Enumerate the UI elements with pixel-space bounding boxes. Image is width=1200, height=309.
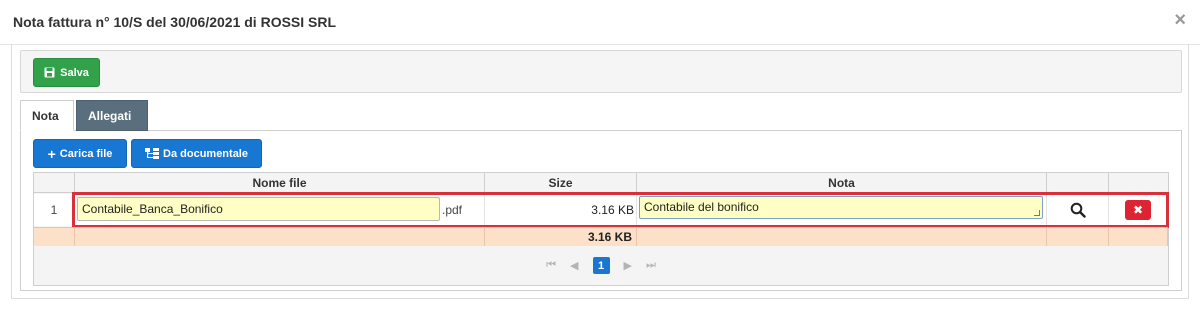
header-rownum bbox=[34, 173, 75, 192]
close-icon[interactable]: × bbox=[1174, 10, 1186, 30]
note-textarea[interactable]: Contabile del bonifico bbox=[639, 196, 1043, 219]
modal-dialog: Nota fattura n° 10/S del 30/06/2021 di R… bbox=[0, 0, 1200, 309]
prev-page-icon[interactable]: ◀ bbox=[570, 259, 578, 272]
from-documents-button[interactable]: Da documentale bbox=[131, 139, 262, 168]
sitemap-icon bbox=[145, 148, 160, 159]
last-page-icon[interactable]: ⏭ bbox=[646, 259, 656, 272]
row-number: 1 bbox=[34, 194, 75, 226]
search-icon[interactable] bbox=[1070, 202, 1086, 218]
upload-file-label: Carica file bbox=[59, 147, 113, 160]
first-page-icon[interactable]: ⏮ bbox=[546, 259, 556, 272]
tab-nota[interactable]: Nota bbox=[20, 100, 74, 131]
totals-cell-4 bbox=[1047, 228, 1109, 246]
header-file-name[interactable]: Nome file bbox=[75, 173, 485, 192]
resize-handle-icon[interactable] bbox=[1034, 210, 1040, 216]
preview-cell[interactable] bbox=[1047, 194, 1109, 226]
totals-cell-3 bbox=[637, 228, 1047, 246]
attachments-grid: Nome file Size Nota 1 .pdf 3.16 KB bbox=[33, 172, 1169, 286]
plus-icon: + bbox=[47, 145, 56, 162]
totals-cell-0 bbox=[34, 228, 75, 246]
note-text: Contabile del bonifico bbox=[644, 200, 759, 214]
note-cell: Contabile del bonifico bbox=[637, 194, 1047, 226]
save-button-label: Salva bbox=[60, 66, 89, 79]
upload-file-button[interactable]: + Carica file bbox=[33, 139, 127, 168]
tab-bar: Nota Allegati bbox=[20, 100, 1182, 131]
table-row: 1 .pdf 3.16 KB Contabile del bonifico bbox=[34, 194, 1168, 226]
pager: ⏮ ◀ 1 ▶ ⏭ bbox=[34, 246, 1168, 285]
modal-header: Nota fattura n° 10/S del 30/06/2021 di R… bbox=[0, 0, 1200, 45]
header-delete bbox=[1109, 173, 1168, 192]
header-size[interactable]: Size bbox=[485, 173, 637, 192]
totals-cell-1 bbox=[75, 228, 485, 246]
header-preview bbox=[1047, 173, 1109, 192]
delete-button[interactable]: ✖ bbox=[1125, 200, 1151, 220]
totals-cell-5 bbox=[1109, 228, 1168, 246]
save-button[interactable]: Salva bbox=[33, 58, 100, 87]
file-extension: .pdf bbox=[442, 203, 463, 217]
tab-allegati[interactable]: Allegati bbox=[76, 100, 148, 131]
file-name-input[interactable] bbox=[77, 197, 440, 221]
modal-body: Salva Nota Allegati + Carica file Da doc… bbox=[11, 44, 1189, 299]
next-page-icon[interactable]: ▶ bbox=[624, 259, 632, 272]
file-size: 3.16 KB bbox=[485, 194, 637, 226]
header-note[interactable]: Nota bbox=[637, 173, 1047, 192]
page-title: Nota fattura n° 10/S del 30/06/2021 di R… bbox=[13, 14, 337, 30]
total-size: 3.16 KB bbox=[485, 228, 637, 246]
current-page[interactable]: 1 bbox=[592, 257, 610, 274]
toolbar: Salva bbox=[20, 50, 1182, 93]
totals-row: 3.16 KB bbox=[34, 227, 1168, 246]
close-icon: ✖ bbox=[1132, 203, 1144, 217]
delete-cell: ✖ bbox=[1109, 194, 1168, 226]
from-documents-label: Da documentale bbox=[163, 147, 248, 160]
attachments-panel: + Carica file Da documentale Nome file S… bbox=[20, 131, 1182, 291]
grid-header: Nome file Size Nota bbox=[34, 173, 1168, 193]
file-name-cell: .pdf bbox=[75, 194, 485, 226]
floppy-disk-icon bbox=[44, 67, 55, 78]
